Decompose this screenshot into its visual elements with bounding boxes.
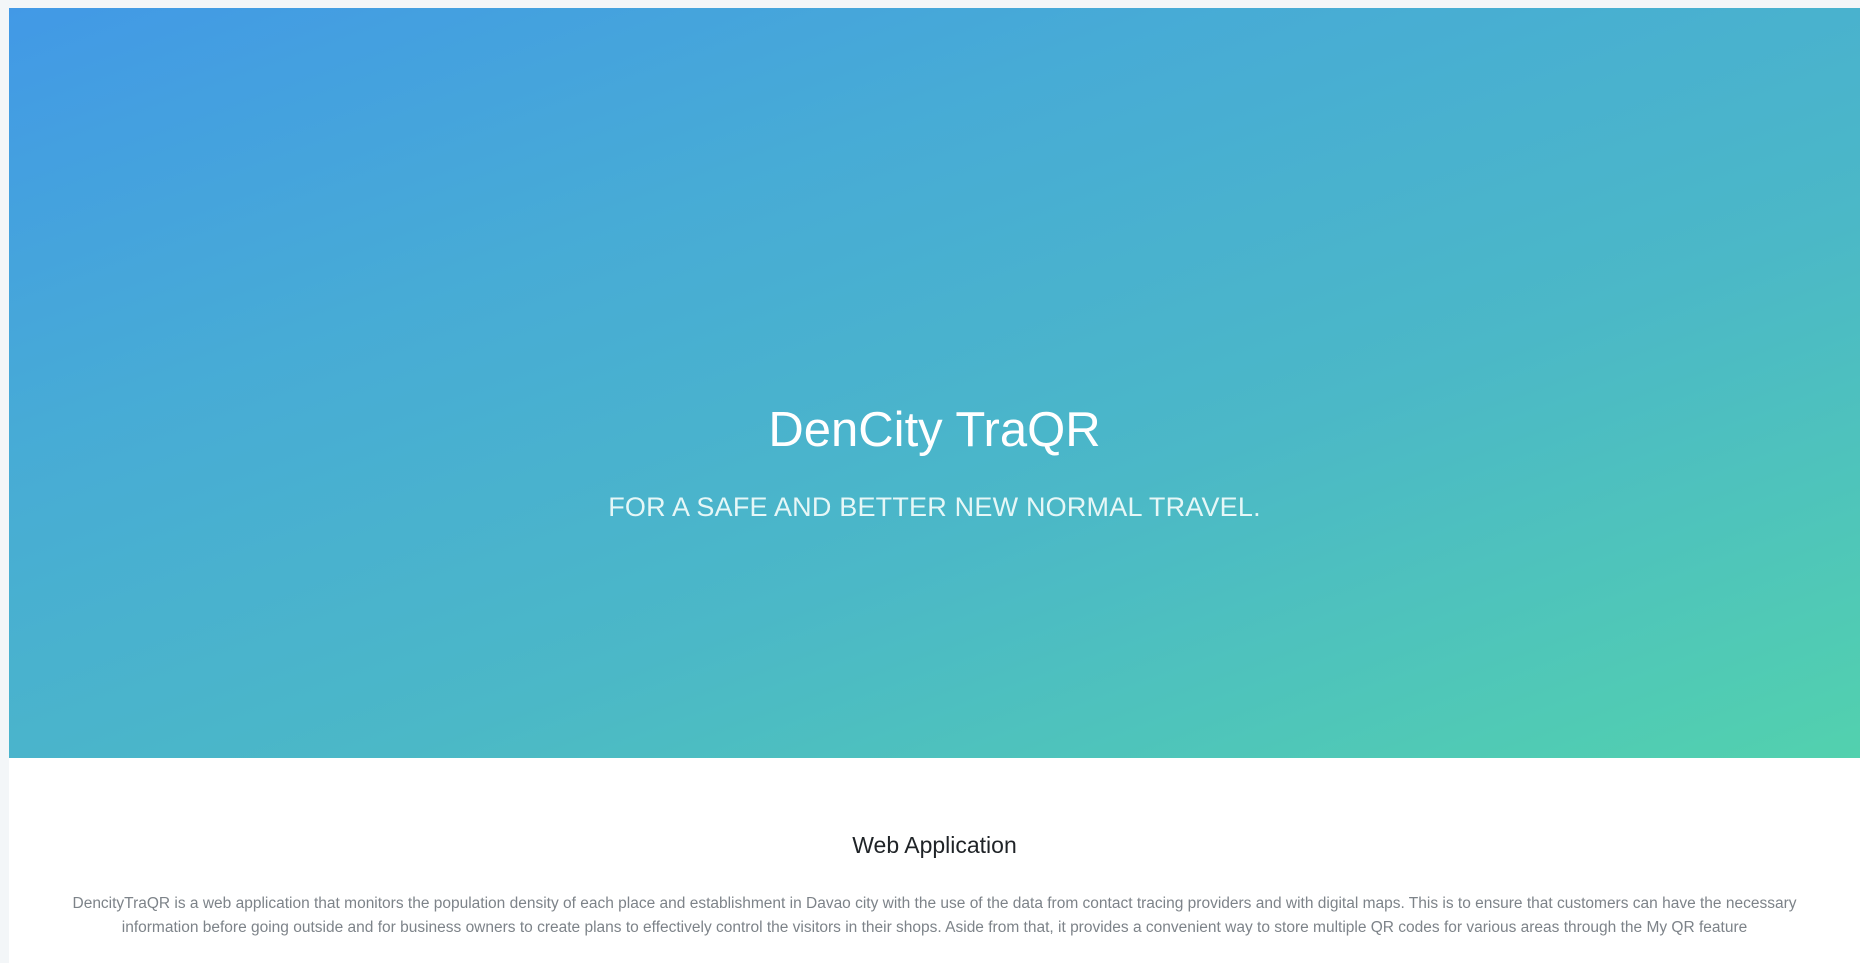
- page-container: DenCity TraQR FOR A SAFE AND BETTER NEW …: [9, 8, 1860, 963]
- hero-subtitle: FOR A SAFE AND BETTER NEW NORMAL TRAVEL.: [608, 492, 1261, 522]
- hero-title: DenCity TraQR: [768, 403, 1101, 457]
- hero-banner: DenCity TraQR FOR A SAFE AND BETTER NEW …: [9, 8, 1860, 758]
- section-description: DencityTraQR is a web application that m…: [72, 895, 1797, 936]
- section-heading: Web Application: [852, 832, 1017, 858]
